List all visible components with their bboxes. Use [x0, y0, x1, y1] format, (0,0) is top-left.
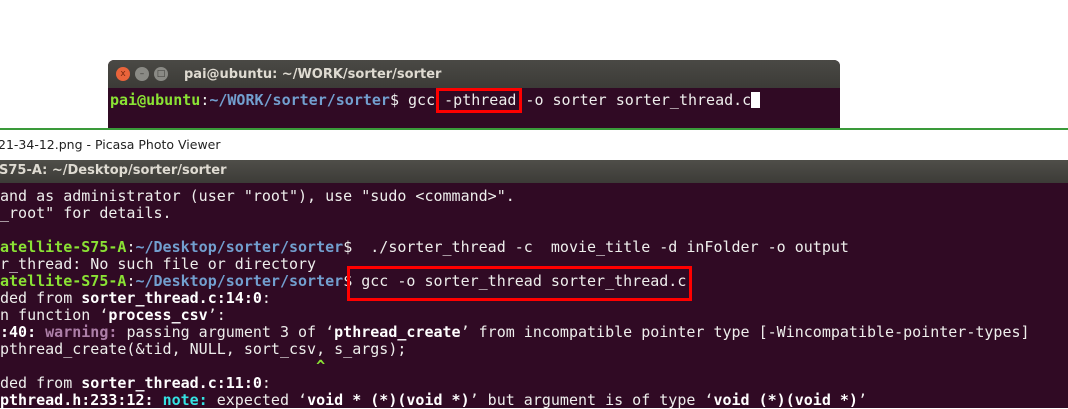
terminal-text-segment: pthread_create(&tid, NULL, sort_csv, s_a…	[0, 340, 407, 358]
picasa-title: 21-34-12.png - Picasa Photo Viewer	[0, 137, 221, 152]
terminal-line: pthread.h:233:12: note: expected ‘void *…	[0, 392, 867, 409]
terminal-text-segment: ~/Desktop/sorter/sorter	[135, 238, 344, 256]
terminal-text-segment: ’ but argument is of type ‘	[469, 391, 714, 409]
terminal-text-segment: sorter_thread.c:14:0	[81, 289, 262, 307]
top-terminal-titlebar: x – □ pai@ubuntu: ~/WORK/sorter/sorter	[108, 60, 840, 88]
terminal-line: ded from sorter_thread.c:14:0:	[0, 290, 271, 307]
terminal-text-segment: and as administrator (user "root"), use …	[0, 187, 515, 205]
prompt-end: $	[389, 91, 409, 109]
terminal-text-segment: void (*)(void *)	[713, 391, 858, 409]
terminal-line: ded from sorter_thread.c:11:0:	[0, 375, 271, 392]
terminal-text-segment: :	[261, 374, 271, 392]
terminal-text-segment: ’:	[207, 306, 226, 324]
terminal-text-segment: r_thread: No such file or directory	[0, 255, 317, 273]
terminal-line: ^	[0, 358, 325, 375]
terminal-text-segment: ded from	[0, 374, 82, 392]
bottom-terminal-title: S75-A: ~/Desktop/sorter/sorter	[0, 163, 227, 178]
terminal-text-segment: :	[261, 289, 271, 307]
terminal-line: :40: warning: passing argument 3 of ‘pth…	[0, 324, 1030, 341]
command-post: -o sorter sorter_thread.c	[516, 91, 752, 109]
terminal-text-segment: pthread_create	[334, 323, 461, 341]
terminal-text-segment: passing argument 3 of ‘	[126, 323, 335, 341]
highlight-box-pthread	[436, 88, 522, 113]
prompt-path: ~/WORK/sorter/sorter	[209, 91, 390, 109]
terminal-line: _root" for details.	[0, 205, 172, 222]
terminal-text-segment: _root" for details.	[0, 204, 172, 222]
terminal-line: and as administrator (user "root"), use …	[0, 188, 515, 205]
terminal-text-segment: ~/Desktop/sorter/sorter	[135, 272, 344, 290]
highlight-box-gcc-command	[347, 266, 692, 301]
terminal-text-segment: atellite-S75-A	[0, 272, 127, 290]
terminal-line: n function ‘process_csv’:	[0, 307, 226, 324]
terminal-text-segment: expected ‘	[216, 391, 308, 409]
terminal-text-segment: n function ‘	[0, 306, 109, 324]
terminal-text-segment: sorter_thread.c:11:0	[81, 374, 262, 392]
text-cursor	[751, 92, 761, 108]
terminal-text-segment: $ ./sorter_thread -c movie_title -d inFo…	[343, 238, 849, 256]
terminal-text-segment: ^	[0, 357, 326, 375]
terminal-line: pthread_create(&tid, NULL, sort_csv, s_a…	[0, 341, 406, 358]
bottom-terminal-titlebar: S75-A: ~/Desktop/sorter/sorter	[0, 160, 1068, 183]
terminal-text-segment: ded from	[0, 289, 82, 307]
terminal-line: atellite-S75-A:~/Desktop/sorter/sorter$ …	[0, 239, 849, 256]
terminal-text-segment: ’ from incompatible pointer type [-Winco…	[460, 323, 1030, 341]
minimize-icon[interactable]: –	[135, 67, 149, 81]
terminal-text-segment: ’	[857, 391, 867, 409]
terminal-text-segment: void * (*)(void *)	[307, 391, 470, 409]
terminal-text-segment: process_csv	[108, 306, 208, 324]
terminal-line: r_thread: No such file or directory	[0, 256, 316, 273]
picasa-titlebar: 21-34-12.png - Picasa Photo Viewer	[0, 130, 1068, 160]
prompt-user: pai@ubuntu	[110, 91, 201, 109]
terminal-text-segment: pthread.h:233:12:	[0, 391, 163, 409]
close-icon[interactable]: x	[116, 67, 130, 81]
maximize-icon[interactable]: □	[154, 67, 168, 81]
terminal-text-segment: :40:	[0, 323, 46, 341]
terminal-text-segment: note:	[162, 391, 217, 409]
prompt-sep: :	[200, 91, 210, 109]
terminal-text-segment: warning:	[45, 323, 127, 341]
top-terminal-title: pai@ubuntu: ~/WORK/sorter/sorter	[184, 66, 442, 82]
terminal-text-segment: atellite-S75-A	[0, 238, 127, 256]
